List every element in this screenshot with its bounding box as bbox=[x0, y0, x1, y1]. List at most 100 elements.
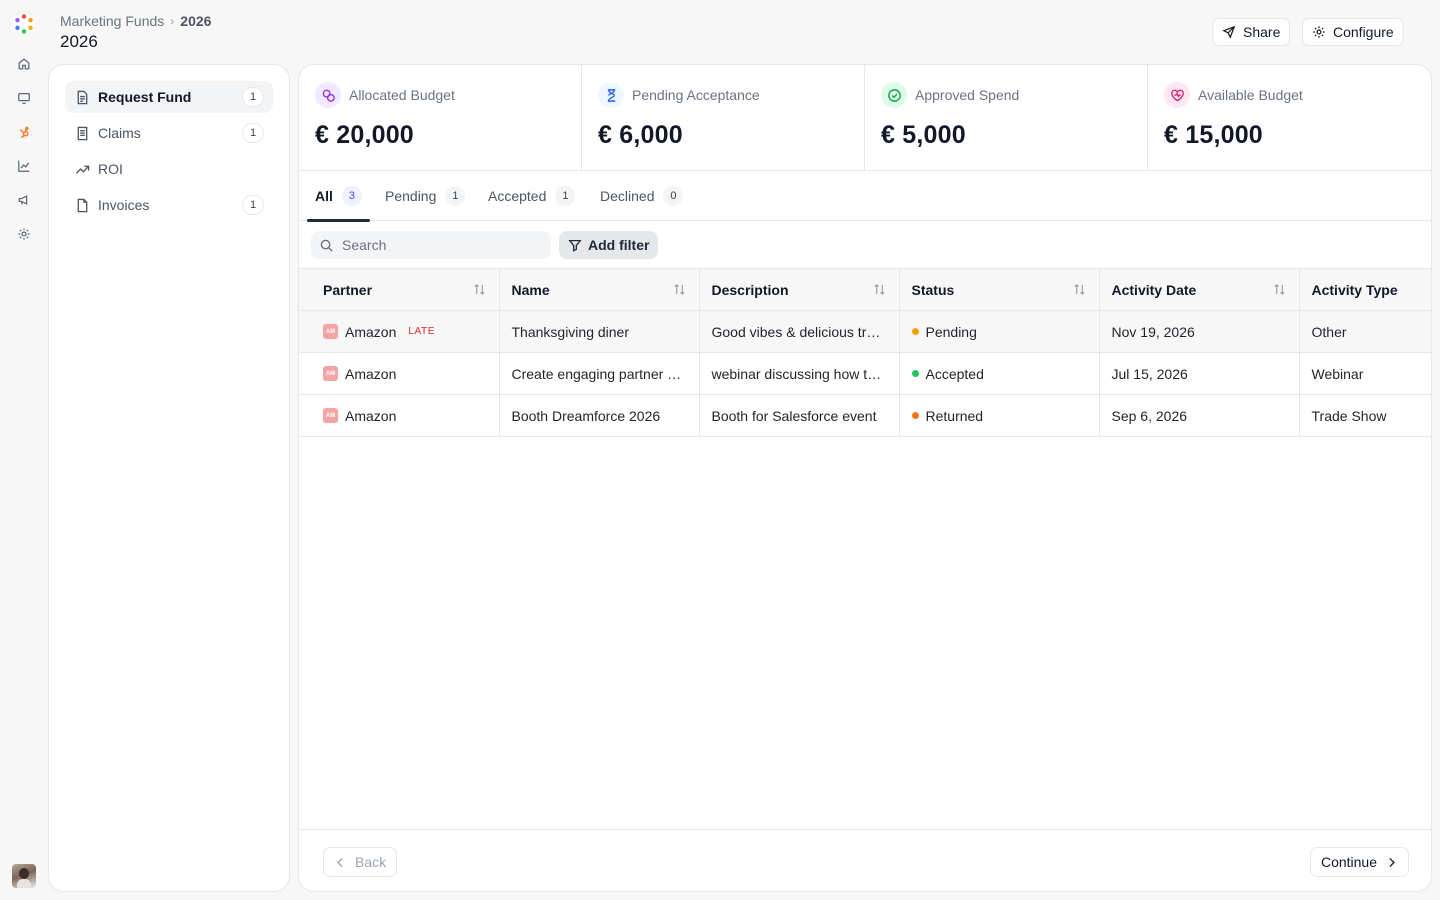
stat-available-budget: Available Budget € 15,000 bbox=[1148, 65, 1431, 170]
table-row[interactable]: AM Amazon Create engaging partner content… bbox=[299, 352, 1431, 395]
column-header-name[interactable]: Name bbox=[499, 268, 700, 311]
search-icon bbox=[320, 239, 333, 252]
cell-status: Pending bbox=[899, 310, 1100, 353]
stat-label: Available Budget bbox=[1198, 87, 1303, 103]
column-header-description[interactable]: Description bbox=[699, 268, 900, 311]
tab-label: Accepted bbox=[488, 188, 547, 204]
stat-label: Pending Acceptance bbox=[632, 87, 760, 103]
table-header-row: Partner Name Description Status Activity… bbox=[299, 268, 1431, 311]
status-label: Pending bbox=[925, 323, 977, 340]
configure-button[interactable]: Configure bbox=[1302, 18, 1404, 46]
back-label: Back bbox=[355, 854, 387, 870]
panel-footer: Back Continue bbox=[299, 829, 1431, 891]
tab-accepted[interactable]: Accepted 1 bbox=[488, 171, 576, 221]
user-avatar[interactable] bbox=[12, 864, 36, 888]
chevron-right-icon bbox=[1389, 857, 1395, 867]
megaphone-icon[interactable] bbox=[16, 192, 32, 208]
gear-icon bbox=[1313, 26, 1325, 38]
partner-name: Amazon bbox=[345, 365, 397, 382]
late-badge: LATE bbox=[408, 326, 436, 337]
document-icon bbox=[77, 90, 88, 104]
heart-pulse-icon bbox=[1164, 82, 1190, 108]
table-row[interactable]: AM Amazon LATE Thanksgiving diner Good vib… bbox=[299, 310, 1431, 353]
settings-icon[interactable] bbox=[16, 226, 32, 242]
sort-icon[interactable] bbox=[472, 282, 487, 297]
sort-icon[interactable] bbox=[1072, 282, 1087, 297]
filter-icon bbox=[568, 239, 582, 252]
file-icon bbox=[77, 198, 88, 212]
continue-button[interactable]: Continue bbox=[1309, 847, 1409, 877]
cell-activity-date: Jul 15, 2026 bbox=[1099, 352, 1300, 395]
menu-item-label: Claims bbox=[98, 125, 141, 141]
monitor-icon[interactable] bbox=[16, 90, 32, 106]
status-dot-icon bbox=[911, 328, 919, 335]
stat-approved-spend: Approved Spend € 5,000 bbox=[865, 65, 1148, 170]
share-button[interactable]: Share bbox=[1212, 18, 1291, 46]
cell-partner: AM Amazon bbox=[299, 352, 500, 395]
tab-label: All bbox=[315, 188, 333, 204]
hubspot-icon[interactable] bbox=[16, 124, 32, 140]
chevron-left-icon bbox=[337, 857, 343, 867]
column-header-status[interactable]: Status bbox=[899, 268, 1100, 311]
fund-requests-table: Partner Name Description Status Activity… bbox=[299, 268, 1431, 437]
sort-icon[interactable] bbox=[1272, 282, 1287, 297]
cell-activity-date: Nov 19, 2026 bbox=[1099, 310, 1300, 353]
sort-icon[interactable] bbox=[672, 282, 687, 297]
column-header-label: Activity Date bbox=[1111, 281, 1197, 298]
partner-logo-icon: AM bbox=[323, 408, 338, 423]
partner-logo-icon: AM bbox=[323, 366, 338, 381]
menu-item-count: 1 bbox=[242, 87, 264, 107]
status-dot-icon bbox=[911, 412, 919, 419]
stat-allocated-budget: Allocated Budget € 20,000 bbox=[299, 65, 582, 170]
stat-label: Approved Spend bbox=[915, 87, 1020, 103]
breadcrumb-separator: › bbox=[170, 14, 175, 28]
stat-value: € 6,000 bbox=[598, 121, 683, 149]
breadcrumb-current: 2026 bbox=[180, 13, 212, 29]
tab-declined[interactable]: Declined 0 bbox=[600, 171, 684, 221]
cell-description: Good vibes & delicious treats bbox=[699, 310, 900, 353]
menu-item-claims[interactable]: Claims 1 bbox=[65, 117, 273, 149]
fund-navigation-panel: Request Fund 1 Claims 1 ROI Invoices 1 bbox=[48, 64, 290, 892]
status-tabs: All 3 Pending 1 Accepted 1 Declined 0 bbox=[299, 171, 1431, 222]
partner-name: Amazon bbox=[345, 323, 397, 340]
chart-icon[interactable] bbox=[16, 158, 32, 174]
add-filter-button[interactable]: Add filter bbox=[559, 231, 659, 259]
breadcrumb: Marketing Funds › 2026 bbox=[60, 13, 211, 29]
app-logo-icon[interactable] bbox=[12, 12, 36, 36]
menu-item-label: Request Fund bbox=[98, 89, 192, 105]
breadcrumb-parent[interactable]: Marketing Funds bbox=[60, 13, 164, 29]
tab-count: 0 bbox=[663, 186, 684, 206]
stat-label: Allocated Budget bbox=[349, 87, 455, 103]
tab-all[interactable]: All 3 bbox=[307, 171, 370, 222]
column-header-partner[interactable]: Partner bbox=[299, 268, 500, 311]
menu-item-request-fund[interactable]: Request Fund 1 bbox=[65, 81, 273, 113]
tab-label: Pending bbox=[385, 188, 437, 204]
partner-logo-icon: AM bbox=[323, 324, 338, 339]
cell-partner: AM Amazon LATE bbox=[299, 310, 500, 353]
cell-status: Returned bbox=[899, 394, 1100, 437]
share-label: Share bbox=[1243, 24, 1281, 40]
cell-description: webinar discussing how to grow bbox=[699, 352, 900, 395]
table-row[interactable]: AM Amazon Booth Dreamforce 2026 Booth for… bbox=[299, 394, 1431, 437]
column-header-label: Activity Type bbox=[1311, 281, 1398, 298]
stat-value: € 15,000 bbox=[1164, 121, 1263, 149]
column-header-activity-type[interactable]: Activity Type bbox=[1299, 268, 1431, 311]
cell-activity-date: Sep 6, 2026 bbox=[1099, 394, 1300, 437]
status-dot-icon bbox=[911, 370, 919, 377]
column-header-label: Description bbox=[711, 281, 789, 298]
tab-pending[interactable]: Pending 1 bbox=[385, 171, 466, 221]
coins-icon bbox=[315, 82, 341, 108]
cell-status: Accepted bbox=[899, 352, 1100, 395]
menu-item-roi[interactable]: ROI bbox=[65, 153, 273, 185]
sort-icon[interactable] bbox=[872, 282, 887, 297]
cell-description: Booth for Salesforce event bbox=[699, 394, 900, 437]
stat-value: € 5,000 bbox=[881, 121, 966, 149]
home-icon[interactable] bbox=[16, 56, 32, 72]
search-input[interactable] bbox=[342, 237, 532, 253]
search-box[interactable] bbox=[311, 231, 551, 259]
cell-activity-type: Other bbox=[1299, 310, 1431, 353]
menu-item-invoices[interactable]: Invoices 1 bbox=[65, 189, 273, 221]
cell-activity-type: Webinar bbox=[1299, 352, 1431, 395]
back-button[interactable]: Back bbox=[323, 847, 398, 877]
column-header-activity-date[interactable]: Activity Date bbox=[1099, 268, 1300, 311]
